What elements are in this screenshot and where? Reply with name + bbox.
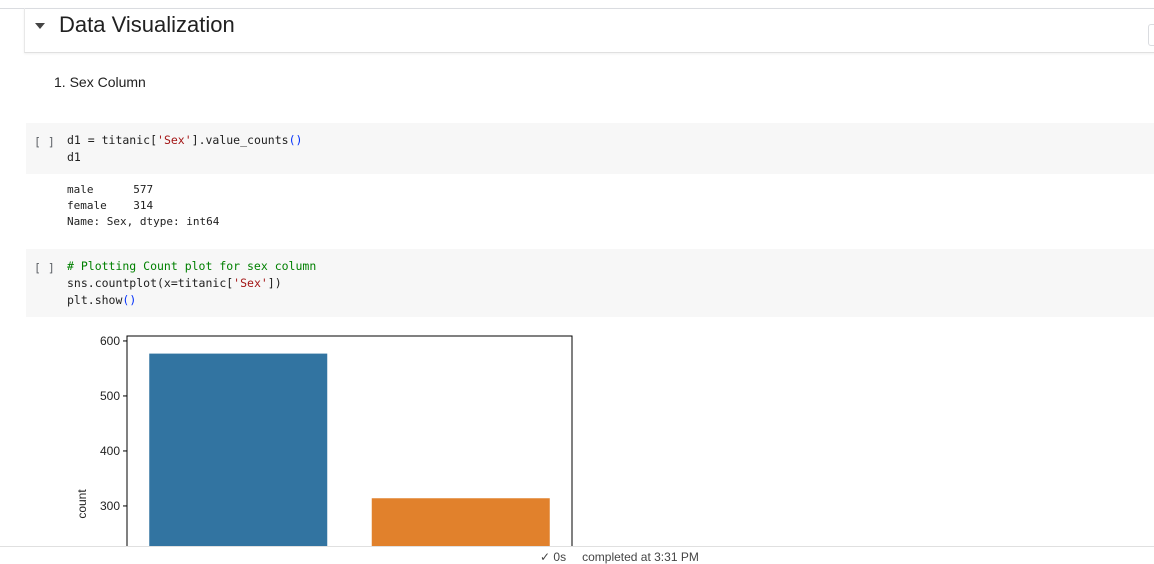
collapse-caret-icon[interactable]	[35, 23, 45, 29]
execution-status: ✓ 0s completed at 3:31 PM	[540, 550, 699, 564]
code-comment: # Plotting Count plot for sex column	[67, 259, 317, 273]
y-tick-label: 500	[100, 389, 120, 403]
code-paren: ()	[288, 133, 303, 147]
completion-text: completed at 3:31 PM	[582, 550, 699, 564]
markdown-list-item: 1. Sex Column	[54, 74, 146, 90]
countplot-chart: 300 400 500 600 count	[75, 334, 573, 546]
run-cell-button[interactable]: [ ]	[34, 261, 55, 275]
y-tick-label: 600	[100, 334, 120, 348]
code-token: ])	[267, 276, 282, 290]
code-editor[interactable]: d1 = titanic['Sex'].value_counts() d1	[67, 132, 302, 166]
section-heading-cell: Data Visualization ↑	[24, 8, 1154, 53]
output-row: female 314	[67, 199, 154, 212]
code-token: plt.show	[67, 293, 123, 307]
code-cell-1[interactable]: [ ] d1 = titanic['Sex'].value_counts() d…	[26, 123, 1154, 174]
section-title: Data Visualization	[59, 12, 235, 37]
code-editor[interactable]: # Plotting Count plot for sex column sns…	[67, 258, 316, 309]
execution-duration: 0s	[553, 550, 567, 564]
code-cell-2[interactable]: [ ] # Plotting Count plot for sex column…	[26, 249, 1154, 317]
y-axis-label: count	[75, 489, 89, 519]
y-tick-label: 300	[100, 499, 120, 513]
check-icon: ✓	[540, 550, 551, 564]
move-cell-up-button[interactable]: ↑	[1148, 24, 1154, 46]
status-bar: ✓ 0s completed at 3:31 PM	[0, 546, 1154, 564]
bar-female	[371, 498, 550, 546]
code-token: ].value_counts	[191, 133, 289, 147]
code-string: 'Sex'	[233, 276, 268, 290]
bar-male	[149, 353, 328, 546]
run-cell-button[interactable]: [ ]	[34, 135, 55, 149]
output-row: Name: Sex, dtype: int64	[67, 215, 220, 228]
code-string: 'Sex'	[157, 133, 192, 147]
code-token: sns.countplot(x=titanic[	[67, 276, 234, 290]
code-token: d1 = titanic[	[67, 133, 158, 147]
code-token: d1	[67, 150, 81, 164]
output-row: male 577	[67, 183, 154, 196]
code-paren: ()	[122, 293, 137, 307]
y-tick-label: 400	[100, 444, 120, 458]
cell-1-output: male 577 female 314 Name: Sex, dtype: in…	[67, 182, 219, 230]
